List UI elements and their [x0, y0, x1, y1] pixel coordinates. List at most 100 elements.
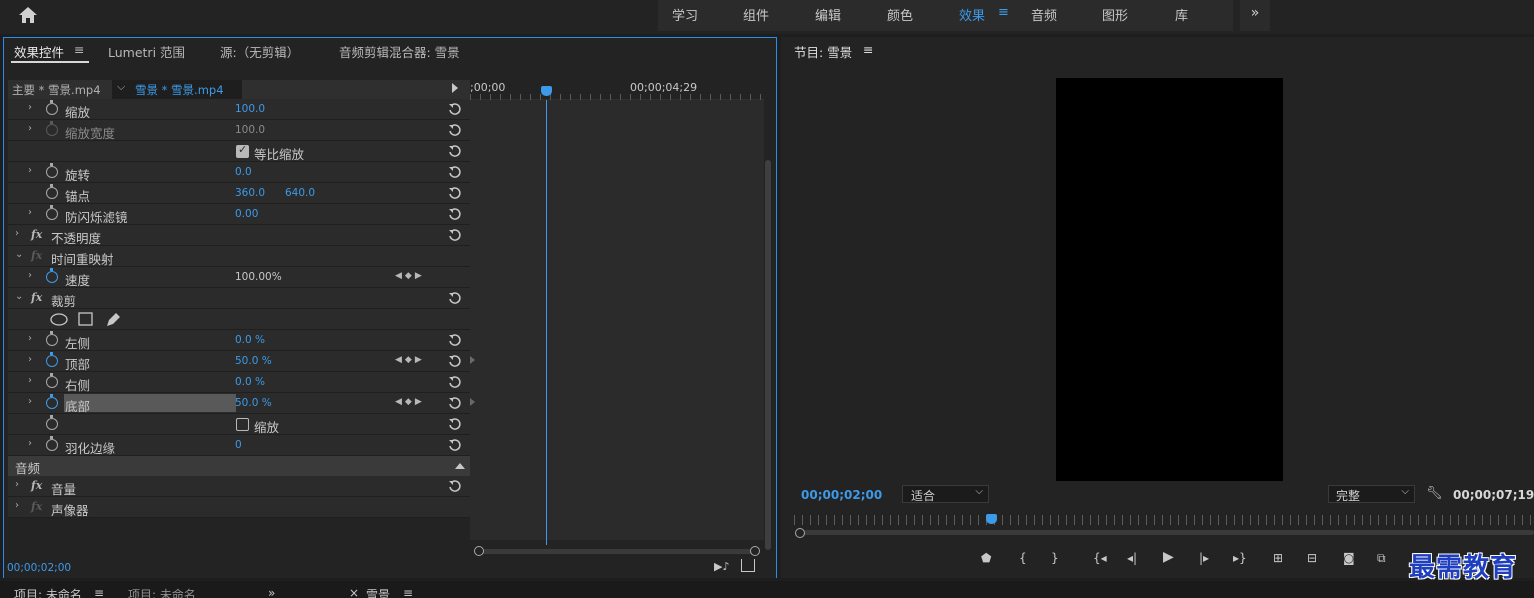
step-forward-icon[interactable]: |▸: [1199, 551, 1209, 565]
reset-icon[interactable]: [448, 375, 462, 389]
master-clip-label[interactable]: 主要 * 雪景.mp4: [12, 82, 101, 98]
monitor-zoom-scrollbar[interactable]: [794, 528, 1534, 538]
home-icon[interactable]: [17, 5, 39, 25]
workspace-tab-color[interactable]: 颜色: [887, 5, 913, 24]
scrollbar-thumb[interactable]: [765, 160, 771, 550]
marker-icon[interactable]: ⬟: [981, 551, 991, 565]
scroll-track[interactable]: [800, 530, 1534, 535]
expand-icon[interactable]: ›: [15, 479, 19, 490]
property-value-y[interactable]: 640.0: [285, 187, 315, 199]
rectangle-mask-icon[interactable]: [78, 312, 93, 326]
reset-icon[interactable]: [448, 123, 462, 137]
reset-icon[interactable]: [448, 291, 462, 305]
stopwatch-icon[interactable]: [46, 331, 58, 346]
tab-lumetri-scopes[interactable]: Lumetri 范围: [108, 42, 185, 61]
sequence-clip-selector[interactable]: ⌵ 雪景 * 雪景.mp4: [112, 80, 242, 99]
playback-resolution-select[interactable]: 完整 ⌵: [1328, 485, 1415, 503]
timeline-ruler[interactable]: ;00;00 00;00;04;29: [470, 80, 764, 100]
expand-icon[interactable]: ›: [28, 333, 32, 344]
reset-icon[interactable]: [448, 354, 462, 368]
tab-sequence[interactable]: 雪景: [366, 586, 390, 598]
property-value[interactable]: 0.0 %: [235, 376, 265, 388]
go-to-out-icon[interactable]: ▸}: [1233, 551, 1247, 565]
reset-icon[interactable]: [448, 102, 462, 116]
scroll-handle-right[interactable]: [750, 546, 760, 556]
collapse-icon[interactable]: ⌄: [15, 291, 23, 302]
reset-icon[interactable]: [448, 144, 462, 158]
collapse-triangle-icon[interactable]: [455, 463, 465, 469]
keyframe-navigator[interactable]: ◀◆▶: [395, 397, 425, 407]
fx-icon[interactable]: fx: [31, 249, 42, 262]
reset-icon[interactable]: [448, 396, 462, 410]
wrench-icon[interactable]: 🔧︎: [1426, 486, 1443, 501]
stopwatch-icon[interactable]: [46, 415, 58, 430]
reset-icon[interactable]: [448, 186, 462, 200]
current-timecode[interactable]: 00;00;02;00: [7, 562, 71, 574]
property-value[interactable]: 0: [235, 439, 242, 451]
panel-menu-icon[interactable]: ≡: [403, 586, 413, 598]
property-value[interactable]: 50.0 %: [235, 355, 272, 367]
vertical-scrollbar[interactable]: [764, 100, 772, 555]
panel-menu-icon[interactable]: ≡: [94, 586, 104, 598]
property-value[interactable]: 50.0 %: [235, 397, 272, 409]
ellipse-mask-icon[interactable]: [50, 313, 68, 326]
reset-icon[interactable]: [448, 438, 462, 452]
stopwatch-icon[interactable]: [46, 100, 58, 115]
reset-icon[interactable]: [448, 207, 462, 221]
effect-row-crop[interactable]: ⌄ fx 裁剪: [8, 288, 470, 309]
monitor-title[interactable]: 节目: 雪景: [794, 42, 852, 61]
lift-icon[interactable]: ⊞: [1273, 551, 1283, 565]
property-value[interactable]: 0.00: [235, 208, 258, 220]
pen-mask-icon[interactable]: [105, 312, 121, 327]
go-to-in-icon[interactable]: {◂: [1093, 551, 1107, 565]
expand-icon[interactable]: ›: [15, 228, 19, 239]
scroll-handle-left[interactable]: [474, 546, 484, 556]
export-icon[interactable]: [741, 559, 755, 572]
property-value[interactable]: 100.0: [235, 124, 265, 136]
expand-icon[interactable]: ›: [28, 102, 32, 113]
workspace-tab-learn[interactable]: 学习: [672, 5, 698, 24]
effect-row-panner[interactable]: › fx 声像器: [8, 497, 470, 518]
keyframe-area[interactable]: [470, 100, 764, 540]
expand-icon[interactable]: ›: [28, 375, 32, 386]
tab-source[interactable]: 源:（无剪辑）: [220, 42, 299, 61]
scroll-track[interactable]: [480, 549, 754, 554]
workspace-overflow-button[interactable]: »: [1240, 0, 1270, 31]
camera-icon[interactable]: ◙: [1343, 551, 1355, 565]
reset-icon[interactable]: [448, 417, 462, 431]
stopwatch-icon[interactable]: [46, 184, 58, 199]
property-value[interactable]: 100.0: [235, 103, 265, 115]
monitor-viewport[interactable]: [781, 61, 1534, 481]
mark-out-icon[interactable]: }: [1051, 551, 1059, 565]
tab-project-2[interactable]: 项目: 未命名: [128, 586, 196, 598]
mark-in-icon[interactable]: {: [1019, 551, 1027, 565]
stopwatch-icon[interactable]: [46, 436, 58, 451]
reset-icon[interactable]: [448, 333, 462, 347]
expand-icon[interactable]: ›: [28, 165, 32, 176]
tab-project-1[interactable]: 项目: 未命名: [14, 586, 82, 598]
stopwatch-icon[interactable]: [46, 163, 58, 178]
expand-icon[interactable]: ›: [28, 270, 32, 281]
workspace-tab-effects[interactable]: 效果: [959, 5, 985, 24]
property-value[interactable]: 0.0 %: [235, 334, 265, 346]
expand-icon[interactable]: ›: [15, 500, 19, 511]
fx-icon[interactable]: fx: [31, 500, 42, 513]
collapse-icon[interactable]: ⌄: [15, 249, 23, 260]
effect-timeline[interactable]: ;00;00 00;00;04;29: [470, 80, 764, 556]
step-back-icon[interactable]: ◂|: [1127, 551, 1137, 565]
effect-row-opacity[interactable]: › fx 不透明度: [8, 225, 470, 246]
audio-section-header[interactable]: 音频: [8, 456, 470, 476]
expand-icon[interactable]: ›: [28, 354, 32, 365]
stopwatch-icon[interactable]: [46, 205, 58, 220]
expand-icon[interactable]: ›: [28, 207, 32, 218]
stopwatch-icon[interactable]: [46, 373, 58, 388]
workspace-tab-assembly[interactable]: 组件: [743, 5, 769, 24]
close-icon[interactable]: ×: [349, 586, 359, 598]
expand-icon[interactable]: ›: [28, 438, 32, 449]
tab-audio-clip-mixer[interactable]: 音频剪辑混合器: 雪景: [339, 42, 460, 61]
monitor-playhead[interactable]: [986, 514, 997, 524]
zoom-checkbox[interactable]: [236, 418, 249, 431]
stopwatch-icon[interactable]: [46, 121, 58, 136]
fx-icon[interactable]: fx: [31, 479, 42, 492]
workspace-tab-graphics[interactable]: 图形: [1102, 5, 1128, 24]
